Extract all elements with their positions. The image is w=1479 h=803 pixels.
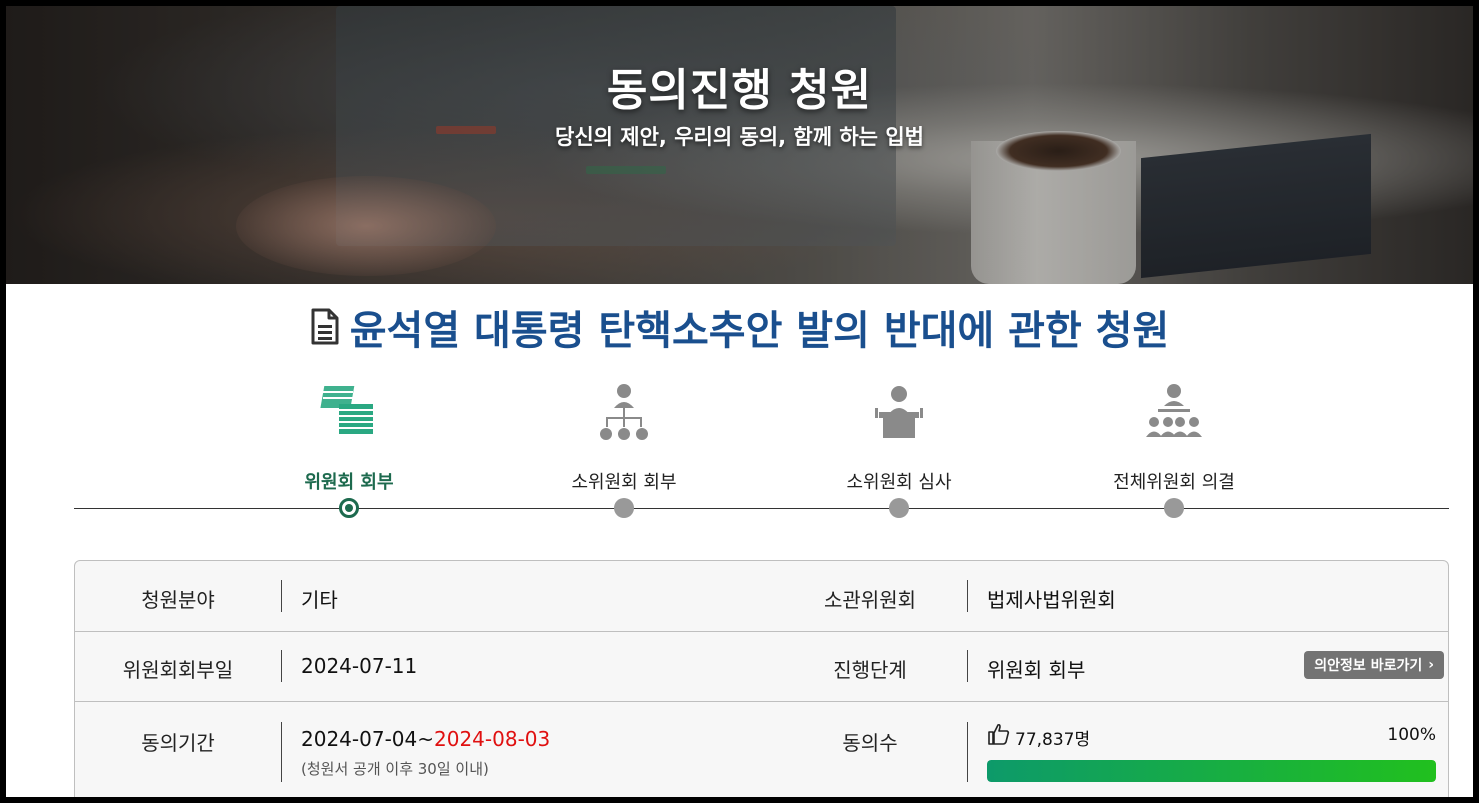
step-dot [889,498,909,518]
org-chart-icon [600,384,648,440]
info-row-referral: 위원회회부일 2024-07-11 진행단계 위원회 회부 의안정보 바로가기 … [75,632,1448,702]
assembly-meeting-icon [1146,384,1202,437]
field-label: 청원분야 [141,588,215,612]
bill-info-button-label: 의안정보 바로가기 [1314,658,1423,674]
period-value: 2024-07-04~2024-08-03 [301,727,550,751]
stage-value: 위원회 회부 [987,658,1086,682]
thumbs-up-icon [988,723,1010,745]
step-committee-referral: 위원회 회부 [249,382,449,494]
bill-info-button[interactable]: 의안정보 바로가기 › [1304,651,1444,679]
petition-title-text: 윤석열 대통령 탄핵소추안 발의 반대에 관한 청원 [349,308,1170,354]
step-dot-active [339,498,359,518]
step-subcommittee-review: 소위원회 심사 [799,382,999,494]
agree-count: 77,837명 [1015,730,1091,750]
step-label: 전체위원회 의결 [1113,472,1235,493]
agree-progress-fill [987,760,1436,782]
step-dot [614,498,634,518]
progress-steps: 위원회 회부 소위원회 회부 소위원회 심사 전체위원회 의결 [6,378,1473,528]
document-icon [311,308,339,345]
referral-date-value: 2024-07-11 [301,654,418,678]
petition-info-table: 청원분야 기타 소관위원회 법제사법위원회 위원회회부일 2024-07-11 … [74,560,1449,797]
stage-label: 진행단계 [833,658,907,682]
committee-value: 법제사법위원회 [987,588,1116,612]
step-dot [1164,498,1184,518]
chevron-right-icon: › [1428,657,1434,673]
petition-title: 윤석열 대통령 탄핵소추안 발의 반대에 관한 청원 [6,298,1473,356]
period-label: 동의기간 [141,731,215,755]
info-row-field: 청원분야 기타 소관위원회 법제사법위원회 [75,561,1448,632]
agree-progress-bar [987,760,1436,782]
period-note: (청원서 공개 이후 30일 이내) [301,760,489,778]
step-label: 위원회 회부 [304,472,394,493]
banner: 동의진행 청원 당신의 제안, 우리의 동의, 함께 하는 입법 [6,6,1473,284]
progress-timeline [74,508,1449,509]
agree-percent-text: 100% [1387,725,1436,745]
step-label: 소위원회 심사 [846,472,952,493]
period-start: 2024-07-04~ [301,727,434,751]
podium-speaker-icon [875,386,923,438]
period-end: 2024-08-03 [434,727,551,751]
info-row-period: 동의기간 2024-07-04~2024-08-03 (청원서 공개 이후 30… [75,702,1448,797]
banner-title: 동의진행 청원 [606,65,873,116]
step-subcommittee-referral: 소위원회 회부 [524,382,724,494]
committee-label: 소관위원회 [824,588,916,612]
referral-date-label: 위원회회부일 [122,658,234,682]
page-frame: 동의진행 청원 당신의 제안, 우리의 동의, 함께 하는 입법 윤석열 대통령… [6,6,1473,797]
step-plenary-resolution: 전체위원회 의결 [1074,382,1274,494]
step-label: 소위원회 회부 [571,472,677,493]
banner-subtitle: 당신의 제안, 우리의 동의, 함께 하는 입법 [555,125,924,149]
documents-stack-icon [320,386,373,434]
field-value: 기타 [301,588,338,612]
agree-label: 동의수 [842,731,898,755]
